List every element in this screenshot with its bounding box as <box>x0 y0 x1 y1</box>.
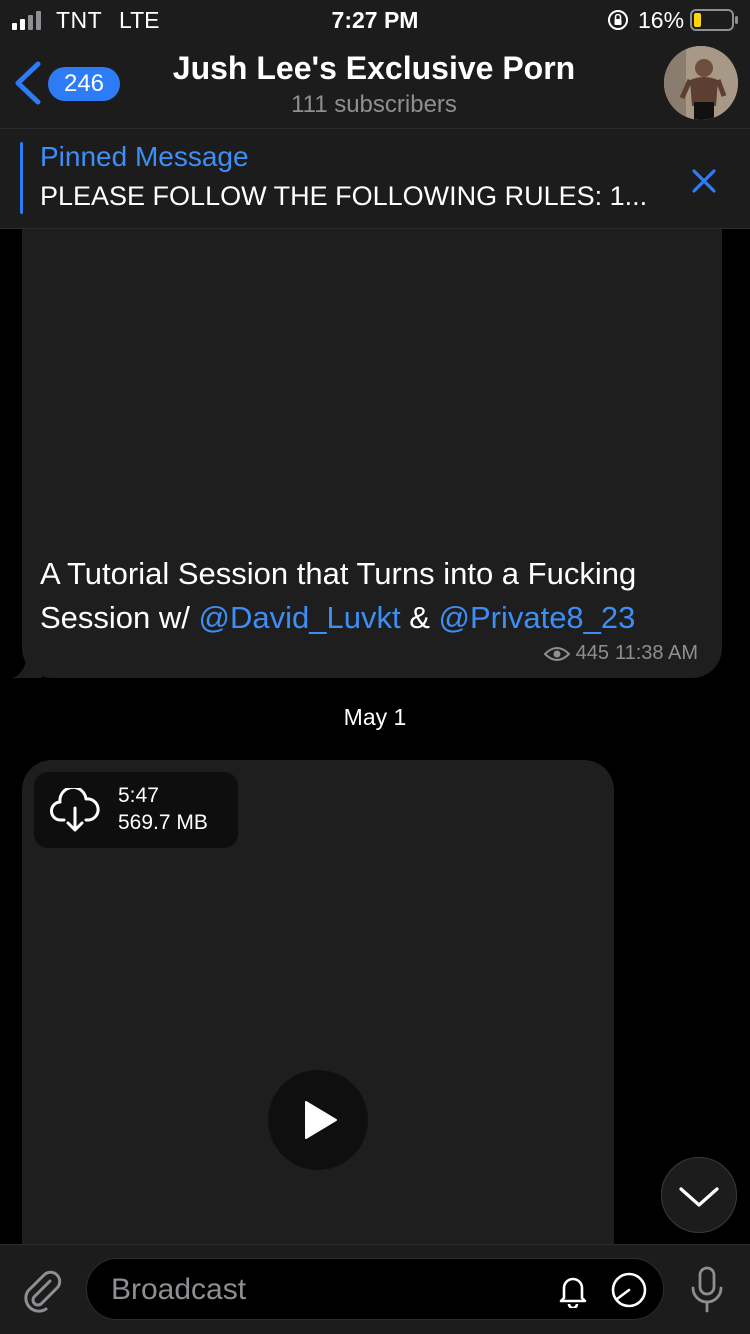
pinned-text: PLEASE FOLLOW THE FOLLOWING RULES: 1... <box>40 181 648 211</box>
timer-icon[interactable] <box>609 1271 649 1309</box>
date-separator: May 1 <box>343 704 407 730</box>
battery-icon <box>690 9 738 31</box>
orientation-lock-icon <box>608 10 628 30</box>
bell-icon[interactable] <box>555 1272 591 1308</box>
cloud-download-icon <box>50 788 100 832</box>
pinned-accent-bar <box>20 142 23 214</box>
chat-header: 246 Jush Lee's Exclusive Porn 111 subscr… <box>0 40 750 128</box>
unread-count-badge[interactable]: 246 <box>48 67 120 101</box>
message-text: A Tutorial Session that Turns into a Fuc… <box>40 552 712 640</box>
download-chip[interactable]: 5:47 569.7 MB <box>34 772 238 848</box>
subscriber-count: 111 subscribers <box>291 91 457 118</box>
play-icon <box>305 1101 337 1139</box>
broadcast-input[interactable]: Broadcast <box>86 1258 664 1320</box>
close-icon[interactable] <box>686 163 722 199</box>
message-meta: 445 11:38 AM <box>543 642 698 665</box>
chevron-down-icon <box>679 1187 719 1207</box>
video-size: 569.7 MB <box>118 811 208 834</box>
mention-link[interactable]: @Private8_23 <box>438 600 635 635</box>
pinned-message-bar[interactable]: Pinned Message PLEASE FOLLOW THE FOLLOWI… <box>0 128 750 229</box>
message-text-part: & <box>400 600 439 635</box>
paperclip-icon[interactable] <box>20 1267 66 1313</box>
mention-link[interactable]: @David_Luvkt <box>199 600 401 635</box>
battery-percent: 16% <box>638 7 685 33</box>
back-chevron-icon[interactable] <box>10 60 44 106</box>
view-count: 445 <box>575 642 609 664</box>
input-placeholder: Broadcast <box>111 1273 247 1306</box>
eye-icon <box>543 646 570 661</box>
status-bar: TNT LTE 7:27 PM 16% <box>0 0 750 40</box>
channel-title[interactable]: Jush Lee's Exclusive Porn <box>140 50 608 87</box>
scroll-to-bottom-button[interactable] <box>661 1157 737 1233</box>
video-duration: 5:47 <box>118 784 159 807</box>
pinned-title: Pinned Message <box>40 141 249 172</box>
input-bar: Broadcast <box>0 1244 750 1334</box>
channel-avatar[interactable] <box>664 46 738 120</box>
microphone-icon[interactable] <box>688 1265 726 1315</box>
message-time: 11:38 AM <box>614 642 698 664</box>
